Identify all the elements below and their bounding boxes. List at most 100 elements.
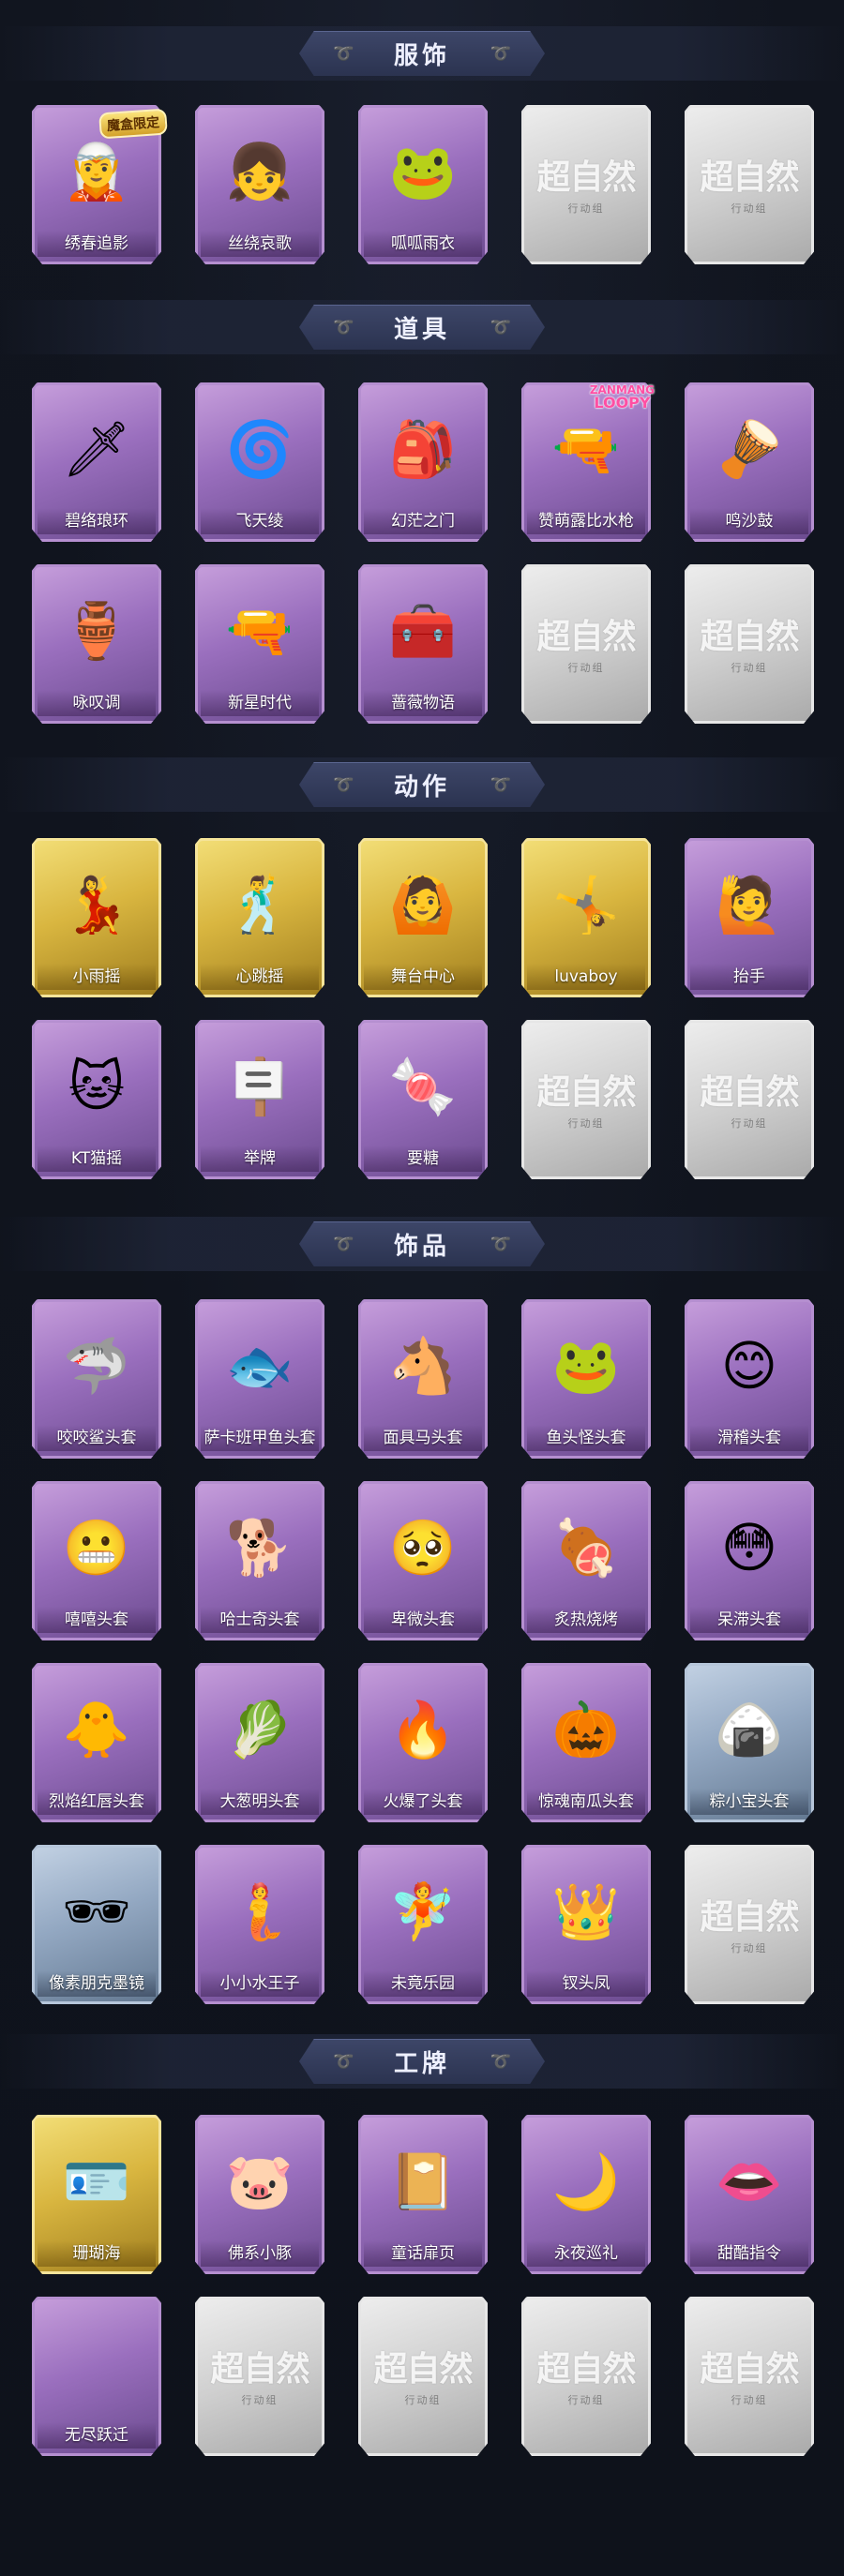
reward-name: 飞天绫 [201,508,319,534]
reward-name: 卑微头套 [364,1607,482,1633]
placeholder-logo-subtext: 行动组 [241,2394,279,2406]
reward-card[interactable]: 👄 甜酷指令 [685,2115,814,2274]
eternal-night-card-icon: 🌙 [551,2149,621,2213]
reward-card[interactable]: 🦈 咬咬鲨头套 [32,1299,161,1459]
reward-card[interactable]: 🧝 绣春追影 魔盒限定 [32,105,168,264]
placeholder-logo: 超自然 行动组 [531,2342,641,2407]
shark-head-icon: 🦈 [62,1334,131,1398]
red-medical-kit-icon: 🧰 [388,599,458,663]
reward-name: luvaboy [527,964,645,990]
golden-revolver-icon: 🔫 [225,599,294,663]
funny-face-head-icon: 😊 [720,1334,778,1398]
pet-bag-door-icon: 🎒 [388,417,458,481]
placeholder-logo-subtext: 行动组 [731,662,768,674]
pink-hair-doll-character-icon: 👧 [225,140,294,203]
reward-card[interactable]: 🪘 鸣沙鼓 [685,382,814,542]
reward-name: 面具马头套 [364,1425,482,1451]
reward-card[interactable]: 🧚 未竟乐园 [358,1845,488,2004]
reward-card[interactable]: 🐕 哈士奇头套 [195,1481,324,1640]
ribbon-whip-icon: 🌀 [225,417,294,481]
reward-card[interactable]: 🕺 心跳摇 [195,838,324,997]
header-plate: ➰ 饰品 ➰ [299,1221,545,1266]
reward-card[interactable]: 🐴 面具马头套 [358,1299,488,1459]
reward-card[interactable]: 🍙 粽小宝头套 [685,1663,814,1822]
empty-reward-slot[interactable]: 超自然 行动组 [685,1020,814,1179]
reward-card[interactable]: 🤸 luvaboy [521,838,651,997]
placeholder-logo: 超自然 行动组 [531,609,641,675]
empty-reward-slot[interactable]: 超自然 行动组 [685,2297,814,2456]
reward-card[interactable]: 🧰 蔷薇物语 [358,564,488,724]
reward-card[interactable]: 🐸 呱呱雨衣 [358,105,488,264]
empty-reward-slot[interactable]: 超自然 行动组 [685,564,814,724]
reward-card[interactable]: 🔫 新星时代 [195,564,324,724]
reward-card[interactable]: 😬 嘻嘻头套 [32,1481,161,1640]
placeholder-logo-text: 超自然 [536,2349,636,2389]
reward-name: 永夜巡礼 [527,2240,645,2267]
placeholder-logo-subtext: 行动组 [567,202,605,215]
reward-name: 滑稽头套 [690,1425,808,1451]
reward-card[interactable]: 🐥 烈焰红唇头套 [32,1663,161,1822]
empty-reward-slot[interactable]: 超自然 行动组 [521,1020,651,1179]
empty-reward-slot[interactable]: 超自然 行动组 [521,564,651,724]
husky-head-icon: 🐕 [225,1516,294,1580]
reward-card[interactable]: 🌀 飞天绫 [195,382,324,542]
reward-card[interactable]: 🌙 永夜巡礼 [521,2115,651,2274]
bbq-meat-head-icon: 🍖 [551,1516,621,1580]
reward-name: 舞台中心 [364,964,482,990]
placeholder-logo-subtext: 行动组 [731,2394,768,2406]
reward-card[interactable]: 🥺 卑微头套 [358,1481,488,1640]
reward-card[interactable]: 🎃 惊魂南瓜头套 [521,1663,651,1822]
placeholder-logo-subtext: 行动组 [567,2394,605,2406]
reward-card[interactable]: 🙋 抬手 [685,838,814,997]
reward-name: 小雨摇 [38,964,156,990]
empty-reward-slot[interactable]: 超自然 行动组 [521,2297,651,2456]
reward-card[interactable]: 🎒 幻茫之门 [358,382,488,542]
reward-card[interactable]: 🐟 萨卡班甲鱼头套 [195,1299,324,1459]
empty-reward-slot[interactable]: 超自然 行动组 [521,105,651,264]
reward-card[interactable]: 🥬 大葱明头套 [195,1663,324,1822]
empty-reward-slot[interactable]: 超自然 行动组 [358,2297,488,2456]
reward-card[interactable]: 🍬 要糖 [358,1020,488,1179]
empty-reward-slot[interactable]: 超自然 行动组 [195,2297,324,2456]
fish-head-icon: 🐟 [225,1334,294,1398]
reward-card[interactable]: 🪧 举牌 [195,1020,324,1179]
piggy-card-icon: 🐷 [225,2149,294,2213]
placeholder-logo-text: 超自然 [700,1072,799,1112]
placeholder-logo: 超自然 行动组 [531,150,641,216]
placeholder-logo-subtext: 行动组 [567,662,605,674]
reward-card[interactable]: 🏺 咏叹调 [32,564,161,724]
reward-card[interactable]: 🕶 像素朋克墨镜 [32,1845,161,2004]
reward-card[interactable]: 😊 滑稽头套 [685,1299,814,1459]
reward-card[interactable]: 🪪 珊瑚海 [32,2115,161,2274]
reward-card[interactable]: 🧜 小小水王子 [195,1845,324,2004]
section-header: ➰ 服饰 ➰ [0,26,844,81]
placeholder-logo: 超自然 行动组 [368,2342,478,2407]
reward-card[interactable]: 🍖 炙热烧烤 [521,1481,651,1640]
reward-card[interactable]: 📔 童话扉页 [358,2115,488,2274]
brand-logo: ZANMANG LOOPY [590,384,655,411]
empty-reward-slot[interactable]: 超自然 行动组 [685,1845,814,2004]
swirl-ornament-icon: ➰ [490,1235,511,1254]
reward-name: 炙热烧烤 [527,1607,645,1633]
reward-card[interactable]: 🐸 鱼头怪头套 [521,1299,651,1459]
reward-card[interactable]: 🙆 舞台中心 [358,838,488,997]
placeholder-logo: 超自然 行动组 [694,1890,805,1955]
endless-warp-card-icon [45,2308,148,2419]
reward-card[interactable]: 💃 小雨摇 [32,838,161,997]
reward-card[interactable]: 😳 呆滞头套 [685,1481,814,1640]
section-header: ➰ 饰品 ➰ [0,1217,844,1271]
reward-card[interactable]: 👑 钗头凤 [521,1845,651,2004]
reward-card[interactable]: 无尽跃迁 [32,2297,161,2456]
reward-name: 绣春追影 [38,231,156,257]
reward-name: 鱼头怪头套 [527,1425,645,1451]
reward-card[interactable]: 👧 丝绕哀歌 [195,105,324,264]
reward-card[interactable]: 🐱 KT猫摇 [32,1020,161,1179]
reward-card[interactable]: 🔥 火爆了头套 [358,1663,488,1822]
reward-name: 丝绕哀歌 [201,231,319,257]
empty-reward-slot[interactable]: 超自然 行动组 [685,105,814,264]
reward-card[interactable]: 🗡 碧络琅环 [32,382,161,542]
section-header: ➰ 动作 ➰ [0,757,844,812]
placeholder-logo: 超自然 行动组 [694,1065,805,1131]
reward-card[interactable]: 🐷 佛系小豚 [195,2115,324,2274]
reward-card[interactable]: 🔫 赞萌露比水枪 ZANMANG LOOPY [521,382,655,542]
